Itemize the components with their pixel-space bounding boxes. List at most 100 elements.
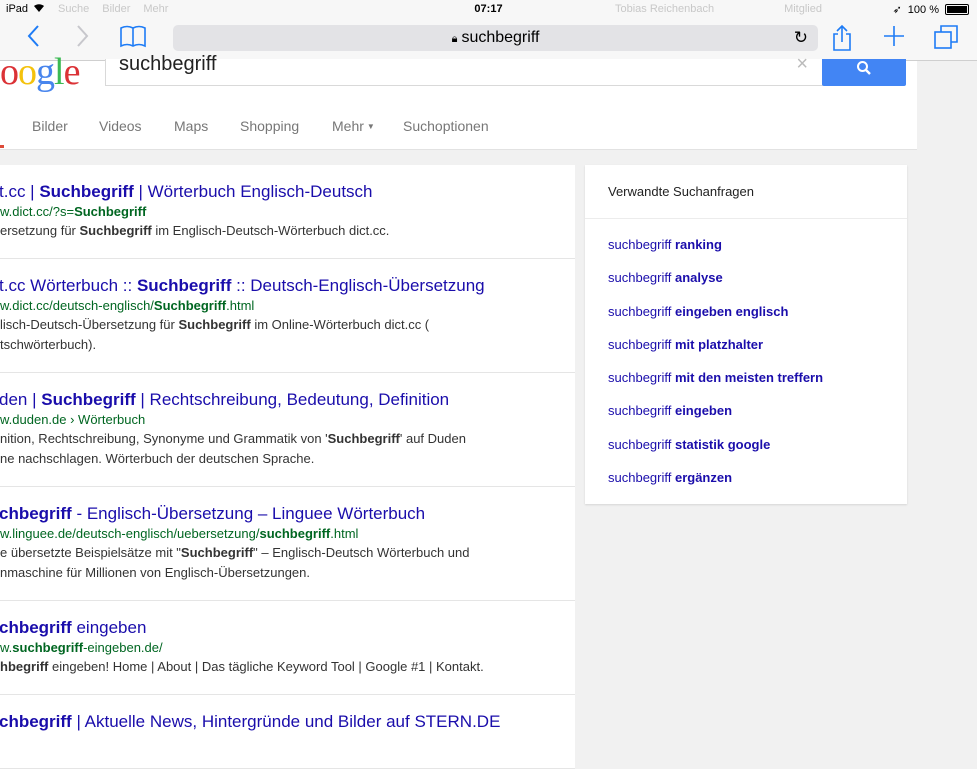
snippet-bold: hbegriff (0, 659, 49, 674)
snippet-text: nition, Rechtschreibung, Synonyme und Gr… (0, 431, 328, 446)
ghost-button: Mitglied (784, 3, 822, 15)
tab-mehr-label: Mehr (332, 118, 364, 134)
snippet-text: " – Englisch-Deutsch Wörterbuch und (253, 545, 470, 560)
related-term: statistik google (674, 436, 771, 452)
bookmarks-icon[interactable] (119, 24, 147, 55)
clock: 07:17 (474, 3, 503, 15)
results-list: t.cc | Suchbegriff | Wörterbuch Englisch… (0, 165, 575, 769)
related-search-link[interactable]: suchbegriff mit platzhalter (608, 336, 907, 369)
caret-down-icon: ▼ (366, 122, 375, 131)
tab-shopping[interactable]: Shopping (240, 118, 299, 134)
tab-maps[interactable]: Maps (174, 118, 208, 134)
related-search-link[interactable]: suchbegriff ranking (608, 236, 907, 269)
related-searches-card: Verwandte Suchanfragen suchbegriff ranki… (585, 165, 907, 504)
result-title[interactable]: chbegriff eingeben (0, 617, 575, 639)
snippet-text: ' auf Duden (399, 431, 466, 446)
result-url: w.linguee.de/deutsch-englisch/uebersetzu… (0, 525, 575, 543)
address-bar[interactable]: 🔒︎ suchbegriff ↻ (173, 25, 818, 51)
related-term: analyse (674, 270, 723, 286)
related-term: ergänzen (674, 470, 733, 486)
result-url: w.duden.de › Wörterbuch (0, 411, 575, 429)
title-bold: Suchbegriff (39, 182, 134, 201)
search-tabs: Bilder Videos Maps Shopping Mehr ▼ Suchop… (0, 101, 917, 150)
title-bold: chbegriff (0, 618, 72, 637)
snippet-bold: Suchbegriff (178, 317, 251, 332)
result-url: w.suchbegriff-eingeben.de/ (0, 639, 575, 657)
tab-bilder[interactable]: Bilder (32, 118, 68, 134)
related-search-link[interactable]: suchbegriff ergänzen (608, 469, 907, 502)
related-prefix: suchbegriff (608, 270, 675, 286)
title-text: eingeben (71, 618, 147, 637)
result-snippet: e übersetzte Beispielsätze mit "Suchbegr… (0, 543, 575, 563)
tab-suchoptionen[interactable]: Suchoptionen (403, 118, 489, 134)
snippet-text: lisch-Deutsch-Übersetzung für (0, 317, 179, 332)
reload-icon[interactable]: ↻ (794, 25, 808, 51)
result-snippet-line2: ne nachschlagen. Wörterbuch der deutsche… (0, 451, 315, 466)
url-text: w.duden.de › Wörterbuch (0, 412, 146, 427)
result-title[interactable]: t.cc Wörterbuch :: Suchbegriff :: Deutsc… (0, 275, 575, 297)
url-bold: suchbegriff (12, 640, 84, 655)
logo-letter: e (63, 51, 81, 93)
title-bold: Suchbegriff (136, 276, 232, 295)
tab-mehr[interactable]: Mehr ▼ (332, 118, 375, 134)
logo-letter: l (54, 51, 65, 93)
result-title[interactable]: chbegriff | Aktuelle News, Hintergründe … (0, 711, 575, 733)
title-text: | Aktuelle News, Hintergründe und Bilder… (71, 712, 501, 731)
related-search-link[interactable]: suchbegriff eingeben englisch (608, 303, 907, 336)
related-search-link[interactable]: suchbegriff mit den meisten treffern (608, 369, 907, 402)
active-tab-indicator (0, 145, 4, 148)
google-header: oogle suchbegriff × (0, 51, 917, 101)
result-title[interactable]: t.cc | Suchbegriff | Wörterbuch Englisch… (0, 181, 575, 203)
related-prefix: suchbegriff (608, 336, 675, 352)
tab-videos[interactable]: Videos (99, 118, 142, 134)
address-text: suchbegriff (461, 29, 540, 46)
lock-icon: 🔒︎ (451, 33, 458, 45)
related-search-link[interactable]: suchbegriff statistik google (608, 436, 907, 469)
result-item: den | Suchbegriff | Rechtschreibung, Bed… (0, 373, 575, 487)
snippet-text: im Online-Wörterbuch dict.cc ( (250, 317, 430, 332)
share-icon[interactable] (831, 24, 853, 59)
search-input[interactable]: suchbegriff × (105, 53, 823, 86)
related-term: mit den meisten treffern (674, 370, 824, 386)
search-button[interactable] (822, 59, 906, 86)
related-term: eingeben englisch (674, 303, 789, 319)
result-item: t.cc | Suchbegriff | Wörterbuch Englisch… (0, 165, 575, 259)
search-icon (856, 61, 872, 80)
result-title[interactable]: den | Suchbegriff | Rechtschreibung, Bed… (0, 389, 575, 411)
title-bold: Suchbegriff (41, 390, 136, 409)
related-prefix: suchbegriff (608, 303, 675, 319)
tabs-overview-icon[interactable] (933, 24, 959, 57)
result-snippet: lisch-Deutsch-Übersetzung für Suchbegrif… (0, 315, 575, 335)
new-tab-icon[interactable] (882, 24, 906, 55)
logo-letter: o (0, 51, 19, 93)
google-logo[interactable]: oogle (0, 49, 81, 95)
logo-letter: g (36, 51, 55, 93)
related-search-link[interactable]: suchbegriff analyse (608, 269, 907, 302)
url-text: .html (226, 298, 255, 313)
snippet-text: e übersetzte Beispielsätze mit " (0, 545, 181, 560)
related-prefix: suchbegriff (608, 436, 675, 452)
title-text: den | (0, 390, 42, 409)
url-text: w. (0, 640, 13, 655)
related-searches-list: suchbegriff ranking suchbegriff analyse … (585, 219, 907, 502)
related-search-link[interactable]: suchbegriff eingeben (608, 402, 907, 435)
title-bold: chbegriff (0, 712, 72, 731)
result-item: chbegriff eingeben w.suchbegriff-eingebe… (0, 601, 575, 695)
result-item: chbegriff | Aktuelle News, Hintergründe … (0, 695, 575, 769)
snippet-bold: Suchbegriff (180, 545, 254, 560)
result-title[interactable]: chbegriff - Englisch-Übersetzung – Lingu… (0, 503, 575, 525)
url-text: w.linguee.de/deutsch-englisch/uebersetzu… (0, 526, 260, 541)
clear-icon[interactable]: × (796, 53, 808, 76)
result-item: chbegriff - Englisch-Übersetzung – Lingu… (0, 487, 575, 601)
title-text: | Rechtschreibung, Bedeutung, Definition (135, 390, 450, 409)
search-query: suchbegriff (119, 53, 217, 75)
title-text: | Wörterbuch Englisch-Deutsch (133, 182, 373, 201)
url-bold: Suchbegriff (153, 298, 227, 313)
title-bold: chbegriff (0, 504, 72, 523)
related-prefix: suchbegriff (608, 237, 675, 252)
status-bar: iPad Suche Bilder Mehr 07:17 Tobias Reic… (0, 0, 977, 20)
related-prefix: suchbegriff (608, 370, 675, 386)
related-term: mit platzhalter (674, 336, 764, 352)
title-text: t.cc Wörterbuch :: (0, 276, 137, 295)
url-text: -eingeben.de/ (83, 640, 163, 655)
